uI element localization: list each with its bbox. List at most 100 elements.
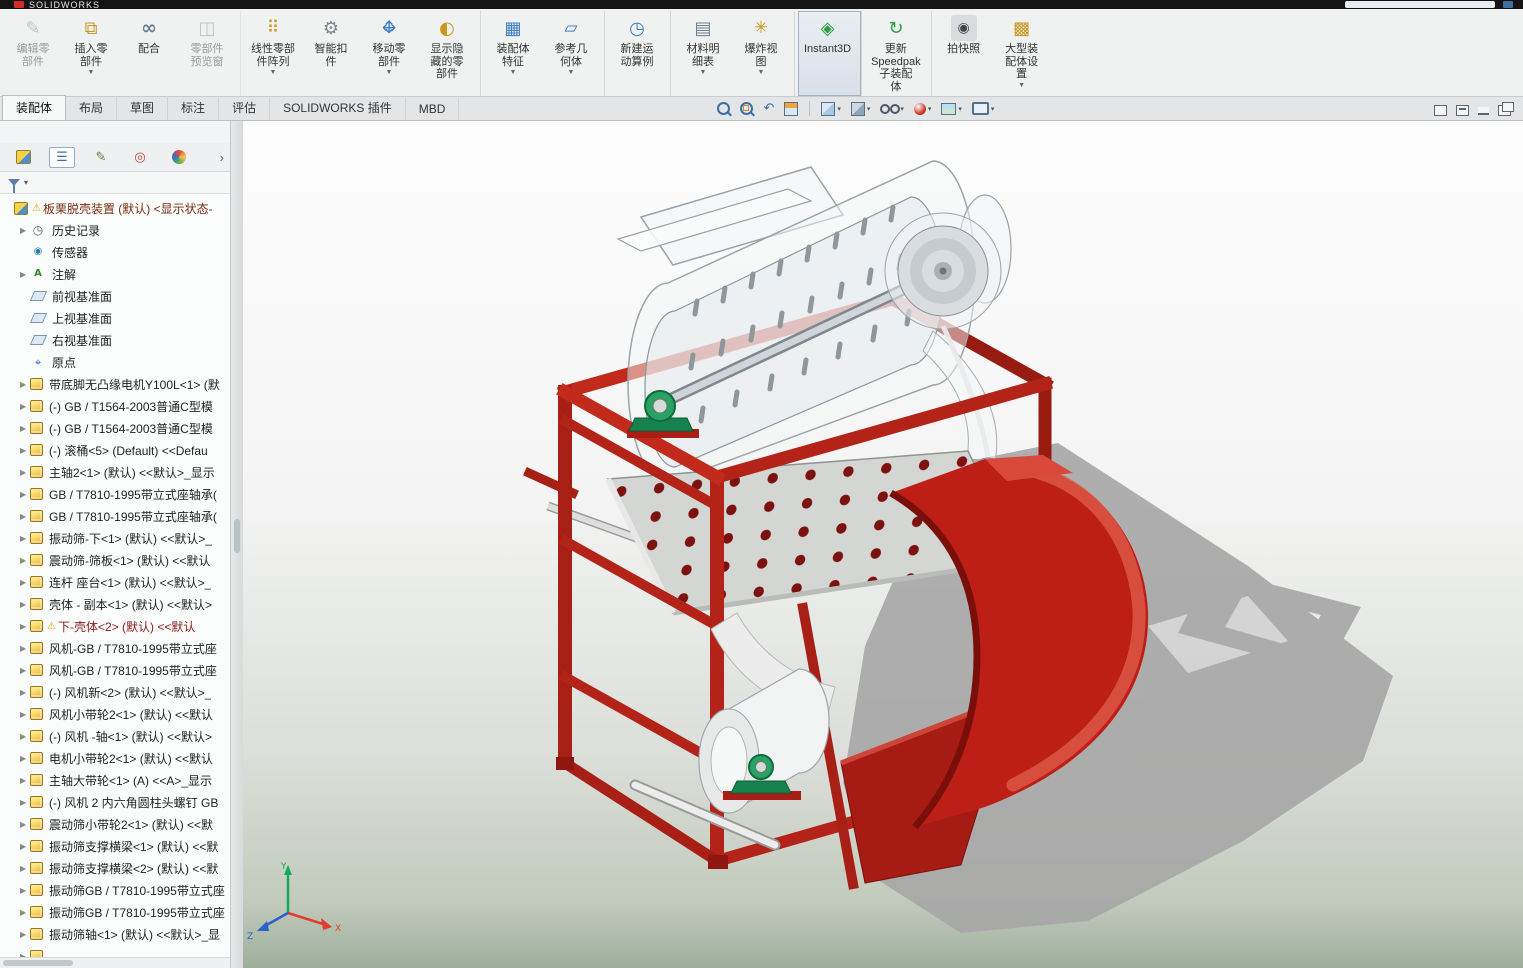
command-tab[interactable]: 评估 bbox=[219, 96, 271, 120]
ribbon-button[interactable]: 新建运 动算例 bbox=[608, 11, 671, 96]
view-orientation-icon[interactable]: ▾ bbox=[818, 100, 844, 118]
ribbon-button[interactable]: 拍快照 bbox=[935, 11, 993, 96]
display-style-icon[interactable]: ▾ bbox=[848, 100, 874, 118]
ribbon-button[interactable]: 插入零 部件 ▼ bbox=[62, 11, 120, 96]
ribbon-button[interactable]: Instant3D bbox=[798, 11, 863, 96]
command-tab[interactable]: 装配体 bbox=[2, 95, 67, 120]
tree-expand-caret-icon[interactable]: ▶ bbox=[20, 842, 30, 851]
tree-expand-caret-icon[interactable]: ▶ bbox=[20, 534, 30, 543]
featuremanager-tab[interactable] bbox=[10, 147, 36, 168]
tree-item[interactable]: ▶ 风机-GB / T7810-1995带立式座 bbox=[0, 659, 230, 681]
minimize-ribbon-icon[interactable] bbox=[1478, 106, 1489, 115]
tree-expand-caret-icon[interactable]: ▶ bbox=[20, 710, 30, 719]
graphics-viewport[interactable]: Y X Z bbox=[243, 121, 1523, 968]
panel-right-icon[interactable] bbox=[1456, 105, 1469, 116]
zoom-fit-icon[interactable] bbox=[714, 100, 733, 117]
tree-expand-caret-icon[interactable]: ▶ bbox=[20, 908, 30, 917]
tree-item[interactable]: ▶ 振动筛GB / T7810-1995带立式座 bbox=[0, 879, 230, 901]
edit-appearance-icon[interactable]: ▾ bbox=[911, 101, 935, 117]
tree-expand-caret-icon[interactable]: ▶ bbox=[20, 270, 30, 279]
dropdown-arrow-icon[interactable]: ▼ bbox=[1018, 82, 1025, 89]
dropdown-arrow-icon[interactable]: ▼ bbox=[700, 69, 707, 76]
tree-expand-caret-icon[interactable]: ▶ bbox=[20, 380, 30, 389]
panel-left-icon[interactable] bbox=[1434, 105, 1447, 116]
dimxpertmanager-tab[interactable] bbox=[127, 147, 153, 168]
scrollbar-thumb[interactable] bbox=[3, 960, 73, 966]
help-icon[interactable] bbox=[1503, 1, 1513, 8]
command-tab[interactable]: 布局 bbox=[66, 96, 118, 120]
tree-expand-caret-icon[interactable]: ▶ bbox=[20, 622, 30, 631]
previous-view-icon[interactable] bbox=[760, 99, 777, 118]
dropdown-arrow-icon[interactable]: ▼ bbox=[88, 69, 95, 76]
tree-item[interactable]: ▶ 风机-GB / T7810-1995带立式座 bbox=[0, 637, 230, 659]
ribbon-button[interactable]: 装配体 特征 ▼ bbox=[484, 11, 542, 96]
tree-item[interactable]: ⚠ 板栗脱壳装置 (默认) <显示状态- bbox=[0, 197, 230, 219]
tree-item[interactable]: ▶ 主轴大带轮<1> (A) <<A>_显示 bbox=[0, 769, 230, 791]
filter-dropdown-caret-icon[interactable]: ▾ bbox=[24, 178, 28, 187]
tree-item[interactable]: ▶ 电机小带轮2<1> (默认) <<默认 bbox=[0, 747, 230, 769]
tree-item[interactable]: 前视基准面 bbox=[0, 285, 230, 307]
ribbon-button[interactable]: 编辑零 部件 bbox=[4, 11, 62, 96]
tree-expand-caret-icon[interactable]: ▶ bbox=[20, 578, 30, 587]
dropdown-arrow-icon[interactable]: ▼ bbox=[270, 69, 277, 76]
dropdown-caret-icon[interactable]: ▾ bbox=[837, 105, 841, 113]
tree-expand-caret-icon[interactable]: ▶ bbox=[20, 424, 30, 433]
tree-item[interactable]: ▶ ⚠ 下-壳体<2> (默认) <<默认 bbox=[0, 615, 230, 637]
tree-item[interactable]: ▶ bbox=[0, 945, 230, 957]
tree-item[interactable]: ▶ 主轴2<1> (默认) <<默认>_显示 bbox=[0, 461, 230, 483]
dropdown-caret-icon[interactable]: ▾ bbox=[900, 105, 904, 113]
propertymanager-tab[interactable] bbox=[49, 146, 75, 168]
displaymanager-tab[interactable] bbox=[166, 147, 192, 168]
splitter-grip[interactable] bbox=[234, 519, 240, 553]
command-tab[interactable]: 草图 bbox=[117, 96, 169, 120]
tree-item[interactable]: 上视基准面 bbox=[0, 307, 230, 329]
tree-expand-caret-icon[interactable]: ▶ bbox=[20, 446, 30, 455]
tree-item[interactable]: ▶ (-) 风机 2 内六角圆柱头螺钉 GB bbox=[0, 791, 230, 813]
command-tab[interactable]: 标注 bbox=[168, 96, 220, 120]
ribbon-button[interactable]: 线性零部 件阵列 ▼ bbox=[244, 11, 302, 96]
dropdown-caret-icon[interactable]: ▾ bbox=[867, 105, 871, 113]
dropdown-caret-icon[interactable]: ▾ bbox=[991, 105, 995, 113]
tree-item[interactable]: ▶ 振动筛-下<1> (默认) <<默认>_ bbox=[0, 527, 230, 549]
tree-expand-caret-icon[interactable]: ▶ bbox=[20, 688, 30, 697]
dropdown-caret-icon[interactable]: ▾ bbox=[928, 105, 932, 113]
panel-flyout-chevron-icon[interactable]: › bbox=[220, 151, 224, 164]
ribbon-button[interactable]: 智能扣 件 bbox=[302, 11, 360, 96]
command-tab[interactable]: SOLIDWORKS 插件 bbox=[270, 96, 406, 120]
tree-item[interactable]: 右视基准面 bbox=[0, 329, 230, 351]
tree-expand-caret-icon[interactable]: ▶ bbox=[20, 402, 30, 411]
tree-item[interactable]: ▶ 振动筛支撑横梁<1> (默认) <<默 bbox=[0, 835, 230, 857]
tree-expand-caret-icon[interactable]: ▶ bbox=[20, 666, 30, 675]
ribbon-button[interactable]: 大型装 配体设 置 ▼ bbox=[993, 11, 1051, 96]
dropdown-arrow-icon[interactable]: ▼ bbox=[386, 69, 393, 76]
tree-expand-caret-icon[interactable]: ▶ bbox=[20, 600, 30, 609]
zoom-area-icon[interactable] bbox=[737, 100, 756, 117]
view-settings-icon[interactable]: ▾ bbox=[969, 100, 998, 117]
apply-scene-icon[interactable]: ▾ bbox=[938, 101, 965, 117]
tree-expand-caret-icon[interactable]: ▶ bbox=[20, 864, 30, 873]
tree-expand-caret-icon[interactable]: ▶ bbox=[20, 754, 30, 763]
tree-expand-caret-icon[interactable]: ▶ bbox=[20, 820, 30, 829]
tree-item[interactable]: ▶ 连杆 座台<1> (默认) <<默认>_ bbox=[0, 571, 230, 593]
tree-expand-caret-icon[interactable]: ▶ bbox=[20, 512, 30, 521]
tree-item[interactable]: ▶ 带底脚无凸缘电机Y100L<1> (默 bbox=[0, 373, 230, 395]
ribbon-button[interactable]: 材料明 细表 ▼ bbox=[674, 11, 732, 96]
tree-item[interactable]: ▶ 注解 bbox=[0, 263, 230, 285]
section-view-icon[interactable] bbox=[781, 100, 801, 118]
tree-item[interactable]: 传感器 bbox=[0, 241, 230, 263]
tree-item[interactable]: ▶ 震动筛-筛板<1> (默认) <<默认 bbox=[0, 549, 230, 571]
command-tab[interactable]: MBD bbox=[406, 99, 460, 120]
tree-item[interactable]: ▶ 震动筛小带轮2<1> (默认) <<默 bbox=[0, 813, 230, 835]
dropdown-arrow-icon[interactable]: ▼ bbox=[568, 69, 575, 76]
tree-expand-caret-icon[interactable]: ▶ bbox=[20, 226, 30, 235]
ribbon-button[interactable]: 配合 bbox=[120, 11, 178, 96]
tree-expand-caret-icon[interactable]: ▶ bbox=[20, 886, 30, 895]
configurationmanager-tab[interactable] bbox=[88, 147, 114, 168]
tree-item[interactable]: ▶ 振动筛轴<1> (默认) <<默认>_显 bbox=[0, 923, 230, 945]
restore-window-icon[interactable] bbox=[1498, 102, 1514, 116]
tree-expand-caret-icon[interactable]: ▶ bbox=[20, 776, 30, 785]
panel-splitter[interactable] bbox=[231, 121, 243, 968]
tree-item[interactable]: ▶ 风机小带轮2<1> (默认) <<默认 bbox=[0, 703, 230, 725]
ribbon-button[interactable]: 爆炸视 图 ▼ bbox=[732, 11, 795, 96]
tree-expand-caret-icon[interactable]: ▶ bbox=[20, 930, 30, 939]
